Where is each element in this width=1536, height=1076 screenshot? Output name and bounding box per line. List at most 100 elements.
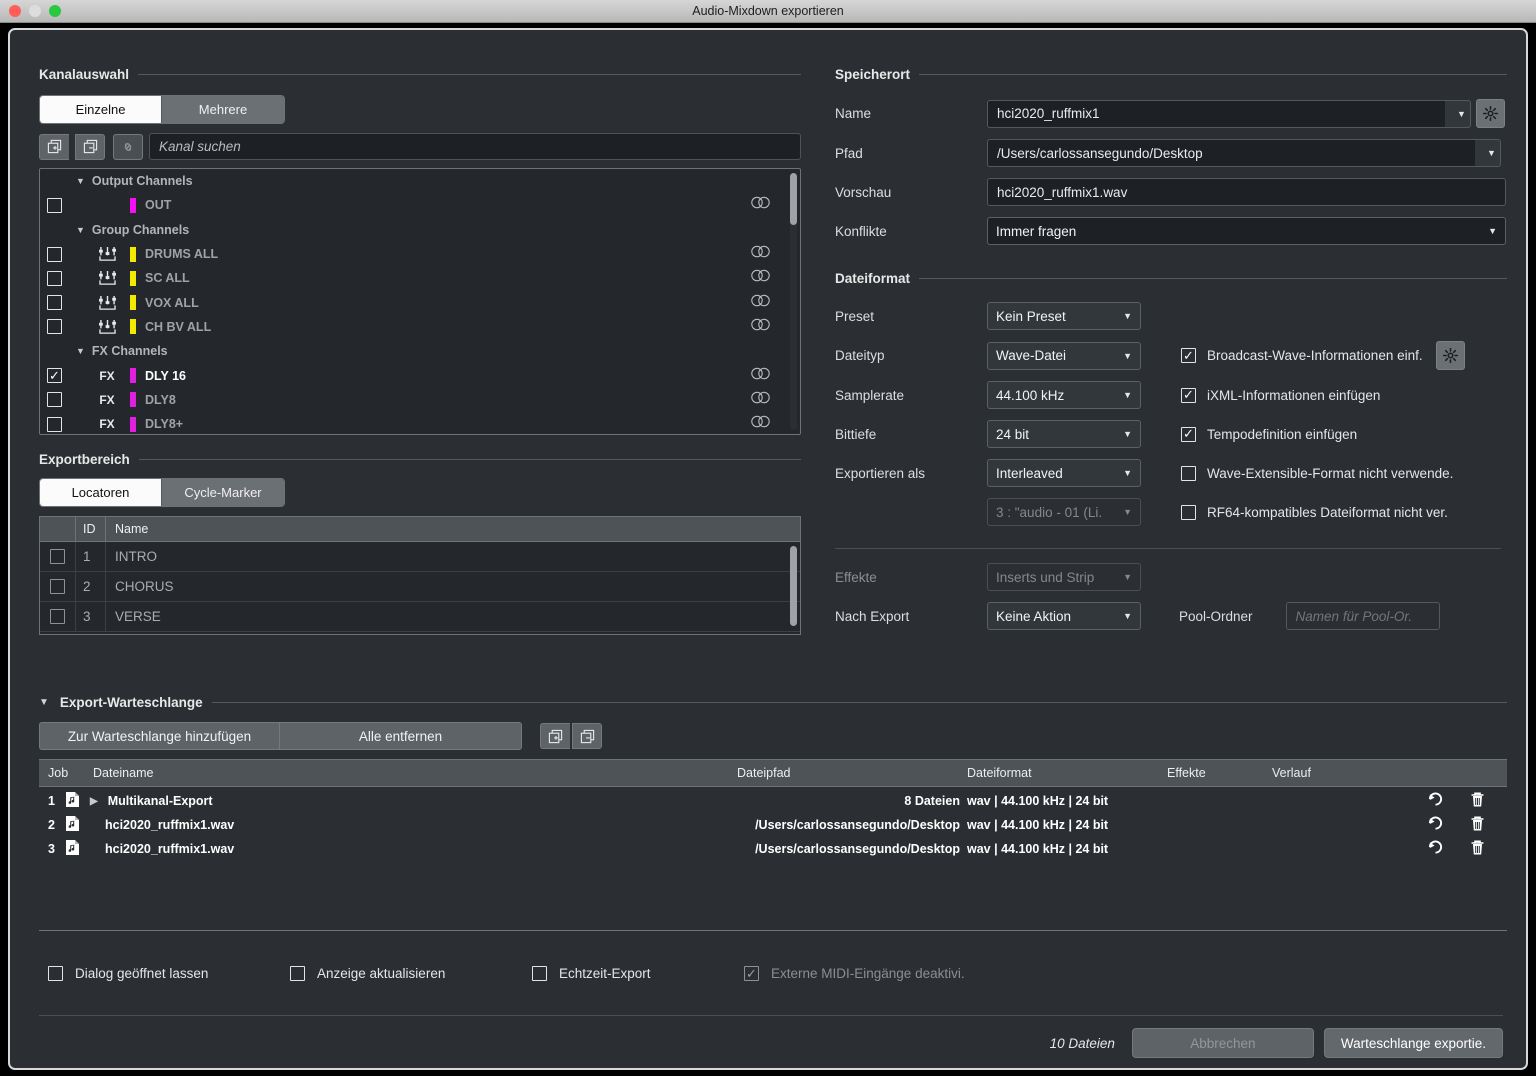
pool-folder-input[interactable] <box>1296 609 1430 624</box>
tab-mehrere[interactable]: Mehrere <box>162 96 284 123</box>
option-keep-dialog-open[interactable]: Dialog geöffnet lassen <box>48 966 290 981</box>
rf64-checkbox[interactable] <box>1181 505 1196 520</box>
search-input[interactable] <box>159 139 791 154</box>
bitdepth-dropdown[interactable]: 24 bit ▼ <box>987 420 1141 448</box>
channel-row-out[interactable]: OUT <box>40 193 800 217</box>
name-settings-button[interactable] <box>1476 99 1505 128</box>
stereo-icon[interactable] <box>750 391 772 409</box>
remove-all-button[interactable]: Alle entfernen <box>279 722 522 750</box>
row-filename-cell[interactable]: ▶ Multikanal-Export <box>65 791 737 811</box>
preset-dropdown[interactable]: Kein Preset ▼ <box>987 302 1141 330</box>
conflicts-dropdown[interactable]: Immer fragen ▼ <box>987 217 1506 245</box>
collapse-all-icon[interactable] <box>75 134 105 160</box>
stereo-icon[interactable] <box>750 294 772 312</box>
realtime-export-checkbox[interactable] <box>532 966 547 981</box>
channel-checkbox[interactable] <box>47 417 62 432</box>
channel-checkbox[interactable] <box>47 198 62 213</box>
table-row[interactable]: 2 CHORUS <box>40 572 800 602</box>
queue-heading[interactable]: ▼ Export-Warteschlange <box>39 695 1507 710</box>
channel-checkbox[interactable] <box>47 392 62 407</box>
table-row[interactable]: 1 INTRO <box>40 542 800 572</box>
stereo-icon[interactable] <box>750 415 772 433</box>
row-actions[interactable] <box>1427 816 1485 835</box>
name-dropdown-button[interactable]: ▼ <box>1445 100 1471 128</box>
channel-row-sc-all[interactable]: SC ALL <box>40 266 800 290</box>
locator-table-scrollbar[interactable] <box>790 546 797 626</box>
option-broadcast-wave[interactable]: Broadcast-Wave-Informationen einf. <box>1181 341 1465 370</box>
channel-row-dly8-plus[interactable]: FX DLY8+ <box>40 412 800 435</box>
filetype-dropdown[interactable]: Wave-Datei ▼ <box>987 342 1141 370</box>
channel-checkbox[interactable] <box>47 368 62 383</box>
undo-icon[interactable] <box>1427 840 1444 859</box>
row-filename-cell[interactable]: hci2020_ruffmix1.wav <box>65 839 737 859</box>
delete-icon[interactable] <box>1470 792 1485 811</box>
wave-extensible-checkbox[interactable] <box>1181 466 1196 481</box>
option-tempo[interactable]: Tempodefinition einfügen <box>1181 427 1357 442</box>
path-field[interactable]: /Users/carlossansegundo/Desktop <box>987 139 1475 167</box>
channel-checkbox[interactable] <box>47 319 62 334</box>
samplerate-dropdown[interactable]: 44.100 kHz ▼ <box>987 381 1141 409</box>
channel-list[interactable]: ▼ Output Channels OUT ▼ Group Channels <box>39 168 801 435</box>
keep-dialog-open-checkbox[interactable] <box>48 966 63 981</box>
channel-row-ch-bv-all[interactable]: CH BV ALL <box>40 315 800 339</box>
row-checkbox[interactable] <box>50 609 65 624</box>
channel-checkbox[interactable] <box>47 271 62 286</box>
table-row[interactable]: 3 hci2020_ruffmix1.wav /Users/carlossans… <box>39 837 1507 861</box>
stereo-icon[interactable] <box>750 367 772 385</box>
group-header-output-channels[interactable]: ▼ Output Channels <box>40 169 800 193</box>
queue-expand-all-icon[interactable] <box>540 723 570 749</box>
link-icon[interactable] <box>113 134 143 160</box>
row-checkbox-cell[interactable] <box>40 602 76 631</box>
stereo-icon[interactable] <box>750 245 772 263</box>
channel-mode-tabs[interactable]: Einzelne Mehrere <box>39 95 285 124</box>
name-field[interactable]: hci2020_ruffmix1 <box>987 100 1445 128</box>
table-row[interactable]: 1 ▶ Multikanal-Export 8 Dateien wav | 44… <box>39 789 1507 813</box>
after-export-dropdown[interactable]: Keine Aktion ▼ <box>987 602 1141 630</box>
row-filename-cell[interactable]: hci2020_ruffmix1.wav <box>65 815 737 835</box>
export-queue-button[interactable]: Warteschlange exportie. <box>1324 1028 1503 1058</box>
row-actions[interactable] <box>1427 840 1485 859</box>
tab-cycle-marker[interactable]: Cycle-Marker <box>162 479 284 506</box>
channel-row-dly8[interactable]: FX DLY8 <box>40 388 800 412</box>
option-realtime-export[interactable]: Echtzeit-Export <box>532 966 744 981</box>
option-ixml[interactable]: iXML-Informationen einfügen <box>1181 388 1380 403</box>
queue-collapse-all-icon[interactable] <box>572 723 602 749</box>
row-actions[interactable] <box>1427 792 1485 811</box>
channel-row-drums-all[interactable]: DRUMS ALL <box>40 242 800 266</box>
group-header-group-channels[interactable]: ▼ Group Channels <box>40 218 800 242</box>
option-rf64[interactable]: RF64-kompatibles Dateiformat nicht ver. <box>1181 505 1448 520</box>
expand-row-icon[interactable]: ▶ <box>90 796 98 807</box>
pool-folder-field[interactable] <box>1286 602 1440 630</box>
tempo-checkbox[interactable] <box>1181 427 1196 442</box>
stereo-icon[interactable] <box>750 318 772 336</box>
export-range-tabs[interactable]: Locatoren Cycle-Marker <box>39 478 285 507</box>
cancel-button[interactable]: Abbrechen <box>1132 1028 1314 1058</box>
queue-table[interactable]: Job Dateiname Dateipfad Dateiformat Effe… <box>39 759 1507 931</box>
delete-icon[interactable] <box>1470 840 1485 859</box>
delete-icon[interactable] <box>1470 816 1485 835</box>
locator-table[interactable]: ID Name 1 INTRO 2 CHORUS 3 VERSE <box>39 516 801 635</box>
table-row[interactable]: 2 hci2020_ruffmix1.wav /Users/carlossans… <box>39 813 1507 837</box>
table-row[interactable]: 3 VERSE <box>40 602 800 632</box>
broadcast-wave-checkbox[interactable] <box>1181 348 1196 363</box>
chevron-down-icon[interactable]: ▼ <box>39 697 49 708</box>
tab-einzelne[interactable]: Einzelne <box>40 96 162 123</box>
option-wave-extensible[interactable]: Wave-Extensible-Format nicht verwende. <box>1181 466 1453 481</box>
channel-checkbox[interactable] <box>47 295 62 310</box>
export-as-dropdown[interactable]: Interleaved ▼ <box>987 459 1141 487</box>
channel-row-vox-all[interactable]: VOX ALL <box>40 290 800 314</box>
undo-icon[interactable] <box>1427 792 1444 811</box>
row-checkbox-cell[interactable] <box>40 572 76 601</box>
group-header-fx-channels[interactable]: ▼ FX Channels <box>40 339 800 363</box>
stereo-icon[interactable] <box>750 269 772 287</box>
path-dropdown-button[interactable]: ▼ <box>1475 139 1501 167</box>
row-checkbox[interactable] <box>50 579 65 594</box>
channel-search-field[interactable] <box>149 133 801 160</box>
channel-row-dly-16[interactable]: FX DLY 16 <box>40 363 800 387</box>
option-update-display[interactable]: Anzeige aktualisieren <box>290 966 532 981</box>
row-checkbox-cell[interactable] <box>40 542 76 571</box>
ixml-checkbox[interactable] <box>1181 388 1196 403</box>
update-display-checkbox[interactable] <box>290 966 305 981</box>
channel-checkbox[interactable] <box>47 247 62 262</box>
add-to-queue-button[interactable]: Zur Warteschlange hinzufügen <box>39 722 279 750</box>
